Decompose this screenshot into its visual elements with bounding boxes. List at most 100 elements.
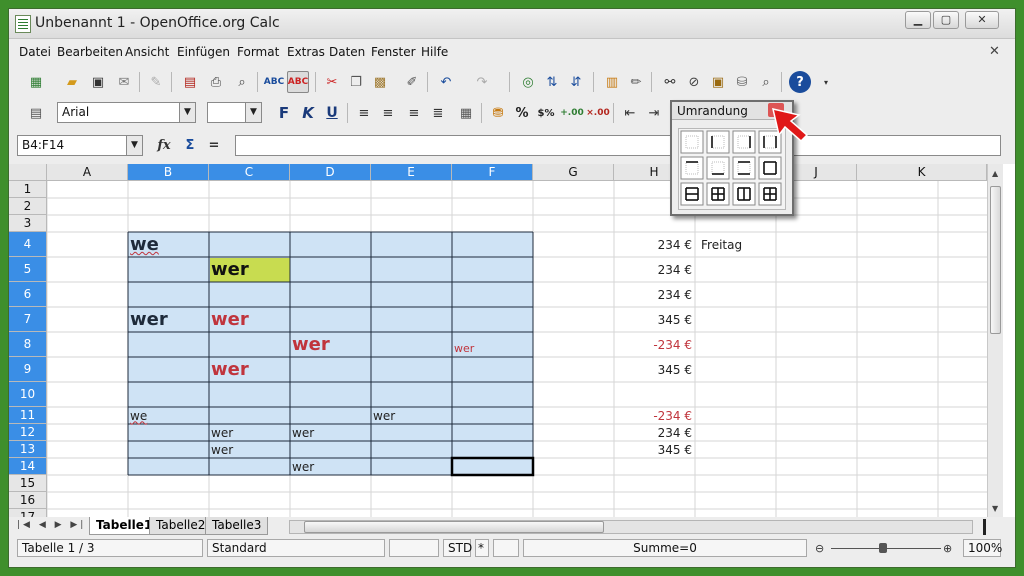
border-option-all-icon[interactable]: [706, 182, 730, 206]
data-sources-icon[interactable]: ⛁: [731, 71, 753, 93]
cell-c13[interactable]: wer: [209, 441, 290, 458]
delete-decimal-icon[interactable]: ×.00: [586, 102, 609, 124]
cell-h6[interactable]: 234 €: [614, 282, 695, 307]
gallery-icon[interactable]: ▣: [707, 71, 729, 93]
select-all-corner[interactable]: [9, 164, 47, 181]
toolbar-overflow-icon[interactable]: ▾: [815, 71, 837, 93]
cell-f8[interactable]: wer: [452, 332, 533, 357]
menu-datei[interactable]: Datei: [19, 45, 51, 59]
border-option-boxall-icon[interactable]: [758, 182, 782, 206]
row-header-13[interactable]: 13: [9, 441, 47, 458]
menu-bearbeiten[interactable]: Bearbeiten: [57, 45, 123, 59]
column-header-f[interactable]: F: [452, 164, 533, 181]
cell-i4[interactable]: Freitag: [699, 232, 819, 257]
row-header-5[interactable]: 5: [9, 257, 47, 282]
close-document-icon[interactable]: ✕: [989, 44, 1000, 59]
cell-h13[interactable]: 345 €: [614, 441, 695, 458]
column-header-b[interactable]: B: [128, 164, 209, 181]
open-icon[interactable]: ▰: [61, 71, 83, 93]
menu-format[interactable]: Format: [237, 45, 279, 59]
row-header-4[interactable]: 4: [9, 232, 47, 257]
menu-extras[interactable]: Extras: [287, 45, 325, 59]
scroll-down-icon[interactable]: ▼: [992, 504, 998, 513]
spellcheck-icon[interactable]: ABC: [263, 71, 285, 93]
sort-descending-icon[interactable]: ⇵: [565, 71, 587, 93]
align-center-icon[interactable]: ≡: [377, 102, 399, 124]
minimize-button[interactable]: ▁: [905, 11, 931, 29]
menu-fenster[interactable]: Fenster: [371, 45, 416, 59]
autospellcheck-icon[interactable]: ABC: [287, 71, 309, 93]
cell-h9[interactable]: 345 €: [614, 357, 695, 382]
spreadsheet-grid[interactable]: ABCDEFGHIJK 1234567891011121314151617 we…: [9, 164, 1015, 526]
find-icon[interactable]: ⚯: [659, 71, 681, 93]
page-style-status[interactable]: Standard: [207, 539, 385, 557]
cell-e11[interactable]: wer: [371, 407, 452, 424]
tab-splitter[interactable]: [983, 519, 986, 535]
align-left-icon[interactable]: ≡: [353, 102, 375, 124]
page-preview-icon[interactable]: ⌕: [231, 71, 253, 93]
zoom-level[interactable]: 100%: [963, 539, 1002, 557]
percent-icon[interactable]: %: [511, 102, 533, 124]
row-header-2[interactable]: 2: [9, 198, 47, 215]
redo-icon[interactable]: ↷: [471, 71, 493, 93]
increase-indent-icon[interactable]: ⇥: [643, 102, 665, 124]
cut-icon[interactable]: ✂: [321, 71, 343, 93]
sum-icon[interactable]: Σ: [179, 134, 201, 156]
border-option-topbottom-icon[interactable]: [732, 156, 756, 180]
zoom-out-icon[interactable]: ⊖: [815, 542, 824, 555]
row-header-9[interactable]: 9: [9, 357, 47, 382]
zoom-in-icon[interactable]: ⊕: [943, 542, 952, 555]
row-header-14[interactable]: 14: [9, 458, 47, 475]
cell-h7[interactable]: 345 €: [614, 307, 695, 332]
export-pdf-icon[interactable]: ▤: [179, 71, 201, 93]
vertical-scroll-thumb[interactable]: [990, 186, 1001, 334]
bold-icon[interactable]: F: [273, 102, 295, 124]
format-paintbrush-icon[interactable]: ✐: [401, 71, 423, 93]
cell-c7[interactable]: wer: [209, 307, 290, 332]
border-option-bottom-icon[interactable]: [706, 156, 730, 180]
vertical-scrollbar[interactable]: ▲ ▼: [987, 164, 1003, 519]
cell-h4[interactable]: 234 €: [614, 232, 695, 257]
draw-functions-icon[interactable]: ✏: [625, 71, 647, 93]
chart-icon[interactable]: ▥: [601, 71, 623, 93]
formula-equals-icon[interactable]: =: [203, 134, 225, 156]
row-header-15[interactable]: 15: [9, 475, 47, 492]
row-header-10[interactable]: 10: [9, 382, 47, 407]
align-right-icon[interactable]: ≡: [403, 102, 425, 124]
cell-h11[interactable]: -234 €: [614, 407, 695, 424]
horizontal-scroll-thumb[interactable]: [304, 521, 604, 533]
formula-input[interactable]: [235, 135, 1001, 156]
standard-format-icon[interactable]: $%: [535, 102, 557, 124]
row-header-11[interactable]: 11: [9, 407, 47, 424]
cell-d8[interactable]: wer: [290, 332, 371, 357]
font-name-dropdown-icon[interactable]: ▼: [179, 102, 196, 123]
cell-b4[interactable]: we: [128, 232, 209, 257]
cell-h8[interactable]: -234 €: [614, 332, 695, 357]
print-icon[interactable]: ⎙: [205, 71, 227, 93]
row-header-3[interactable]: 3: [9, 215, 47, 232]
cell-c5[interactable]: wer: [209, 257, 290, 282]
currency-icon[interactable]: ⛃: [487, 102, 509, 124]
new-document-icon[interactable]: ▦: [25, 71, 47, 93]
border-option-none-icon[interactable]: [680, 130, 704, 154]
close-window-button[interactable]: ✕: [965, 11, 999, 29]
border-option-box-icon[interactable]: [758, 156, 782, 180]
decrease-indent-icon[interactable]: ⇤: [619, 102, 641, 124]
row-header-1[interactable]: 1: [9, 181, 47, 198]
horizontal-scrollbar[interactable]: [289, 520, 973, 534]
cell-d12[interactable]: wer: [290, 424, 371, 441]
menu-hilfe[interactable]: Hilfe: [421, 45, 448, 59]
column-header-k[interactable]: K: [857, 164, 987, 181]
border-option-right-icon[interactable]: [732, 130, 756, 154]
border-option-buttons[interactable]: [679, 129, 785, 209]
cell-c12[interactable]: wer: [209, 424, 290, 441]
tab-navigation-icons[interactable]: |◀ ◀ ▶ ▶|: [17, 520, 86, 530]
zoom-slider-handle[interactable]: [879, 543, 887, 553]
italic-icon[interactable]: K: [297, 102, 319, 124]
row-header-16[interactable]: 16: [9, 492, 47, 509]
undo-icon[interactable]: ↶: [435, 71, 457, 93]
cell-h5[interactable]: 234 €: [614, 257, 695, 282]
paste-icon[interactable]: ▩: [369, 71, 391, 93]
cell-d14[interactable]: wer: [290, 458, 371, 475]
row-header-7[interactable]: 7: [9, 307, 47, 332]
